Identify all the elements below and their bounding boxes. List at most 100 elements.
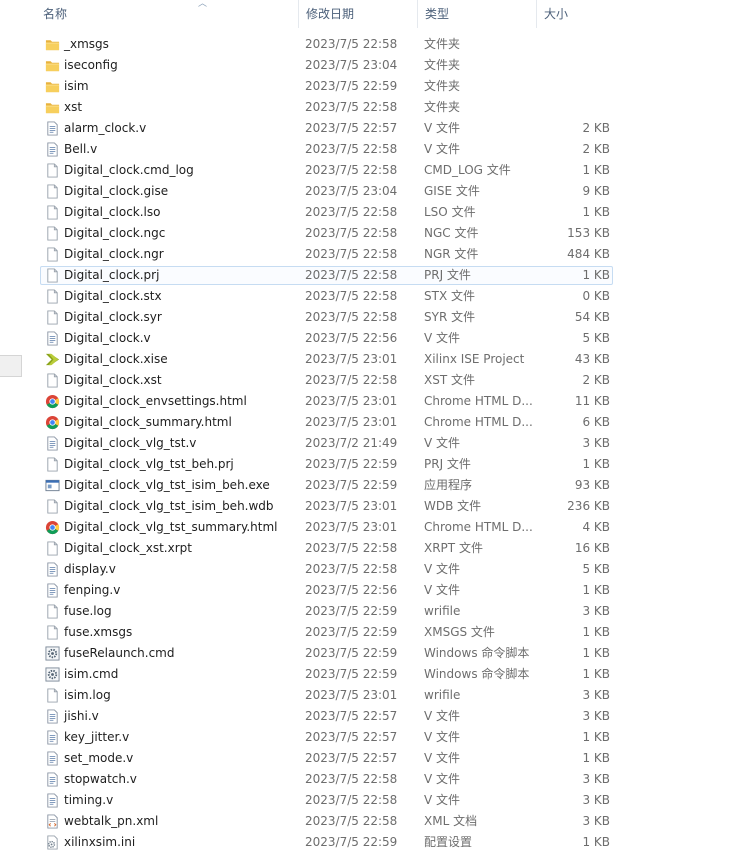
- blank-file-icon: [45, 499, 60, 514]
- file-size: 1 KB: [582, 268, 610, 282]
- file-row[interactable]: Digital_clock.v 2023/7/5 22:56 V 文件 5 KB: [0, 328, 732, 349]
- file-row[interactable]: Digital_clock.cmd_log 2023/7/5 22:58 CMD_L…: [0, 160, 732, 181]
- file-row[interactable]: Digital_clock.ngr 2023/7/5 22:58 NGR 文件 484…: [0, 244, 732, 265]
- file-type: V 文件: [424, 772, 461, 786]
- cmd-gear-icon: [45, 646, 60, 661]
- file-row[interactable]: Digital_clock_vlg_tst_isim_beh.exe 2023/7…: [0, 475, 732, 496]
- file-size: 3 KB: [582, 604, 610, 618]
- column-header-size[interactable]: 大小: [536, 0, 618, 28]
- file-type: 文件夹: [424, 79, 461, 93]
- file-type: 文件夹: [424, 37, 461, 51]
- file-name: Digital_clock.xst: [64, 373, 162, 387]
- file-size: 1 KB: [582, 835, 610, 849]
- file-row[interactable]: timing.v 2023/7/5 22:58 V 文件 3 KB: [0, 790, 732, 811]
- file-type: Xilinx ISE Project: [424, 352, 525, 366]
- file-row[interactable]: xst 2023/7/5 22:58 文件夹: [0, 97, 732, 118]
- file-row[interactable]: fenping.v 2023/7/5 22:56 V 文件 1 KB: [0, 580, 732, 601]
- column-header-type[interactable]: 类型: [417, 0, 536, 28]
- text-file-icon: [45, 793, 60, 808]
- file-row[interactable]: stopwatch.v 2023/7/5 22:58 V 文件 3 KB: [0, 769, 732, 790]
- file-name: Digital_clock.v: [64, 331, 151, 345]
- column-header-bar: 名称 ︿ 修改日期 类型 大小: [0, 0, 732, 28]
- file-row[interactable]: Digital_clock_vlg_tst.v 2023/7/2 21:49 V 文…: [0, 433, 732, 454]
- text-file-icon: [45, 751, 60, 766]
- blank-file-icon: [45, 226, 60, 241]
- file-row[interactable]: Digital_clock_xst.xrpt 2023/7/5 22:58 XRPT…: [0, 538, 732, 559]
- file-row[interactable]: Digital_clock_envsettings.html 2023/7/5 2…: [0, 391, 732, 412]
- file-row[interactable]: fuseRelaunch.cmd 2023/7/5 22:59 Windows 命令…: [0, 643, 732, 664]
- file-modified-date: 2023/7/5 22:58: [305, 793, 398, 807]
- file-name: Digital_clock.prj: [64, 268, 160, 282]
- file-row[interactable]: jishi.v 2023/7/5 22:57 V 文件 3 KB: [0, 706, 732, 727]
- folder-icon: [45, 37, 60, 52]
- text-file-icon: [45, 142, 60, 157]
- file-modified-date: 2023/7/5 22:58: [305, 163, 398, 177]
- file-size: 2 KB: [582, 142, 610, 156]
- file-name: Digital_clock_vlg_tst_isim_beh.exe: [64, 478, 270, 492]
- file-name: isim.log: [64, 688, 111, 702]
- file-name: display.v: [64, 562, 116, 576]
- file-row[interactable]: Digital_clock_vlg_tst_beh.prj 2023/7/5 22…: [0, 454, 732, 475]
- file-row[interactable]: display.v 2023/7/5 22:58 V 文件 5 KB: [0, 559, 732, 580]
- file-size: 1 KB: [582, 646, 610, 660]
- file-name: Bell.v: [64, 142, 98, 156]
- file-row[interactable]: Digital_clock.xst 2023/7/5 22:58 XST 文件 2 K…: [0, 370, 732, 391]
- column-header-date-label: 修改日期: [306, 7, 355, 21]
- blank-file-icon: [45, 247, 60, 262]
- text-file-icon: [45, 709, 60, 724]
- file-name: fenping.v: [64, 583, 121, 597]
- file-row[interactable]: alarm_clock.v 2023/7/5 22:57 V 文件 2 KB: [0, 118, 732, 139]
- file-type: 应用程序: [424, 478, 473, 492]
- file-type: 配置设置: [424, 835, 473, 849]
- file-name: jishi.v: [64, 709, 99, 723]
- file-modified-date: 2023/7/5 22:58: [305, 814, 398, 828]
- file-modified-date: 2023/7/5 22:58: [305, 373, 398, 387]
- file-row[interactable]: _xmsgs 2023/7/5 22:58 文件夹: [0, 34, 732, 55]
- file-row[interactable]: key_jitter.v 2023/7/5 22:57 V 文件 1 KB: [0, 727, 732, 748]
- file-row[interactable]: Digital_clock.prj 2023/7/5 22:58 PRJ 文件 1 K…: [0, 265, 732, 286]
- file-type: Chrome HTML D...: [424, 415, 533, 429]
- blank-file-icon: [45, 205, 60, 220]
- file-row[interactable]: fuse.xmsgs 2023/7/5 22:59 XMSGS 文件 1 KB: [0, 622, 732, 643]
- file-size: 1 KB: [582, 667, 610, 681]
- file-size: 1 KB: [582, 625, 610, 639]
- file-row[interactable]: Digital_clock.xise 2023/7/5 23:01 Xilinx I…: [0, 349, 732, 370]
- file-row[interactable]: Digital_clock_vlg_tst_isim_beh.wdb 2023/7…: [0, 496, 732, 517]
- file-row[interactable]: iseconfig 2023/7/5 23:04 文件夹: [0, 55, 732, 76]
- file-modified-date: 2023/7/5 22:59: [305, 835, 398, 849]
- file-row[interactable]: Digital_clock_summary.html 2023/7/5 23:01…: [0, 412, 732, 433]
- file-row[interactable]: Digital_clock.gise 2023/7/5 23:04 GISE 文件 9…: [0, 181, 732, 202]
- file-row[interactable]: Bell.v 2023/7/5 22:58 V 文件 2 KB: [0, 139, 732, 160]
- column-header-name[interactable]: 名称 ︿: [36, 0, 298, 28]
- blank-file-icon: [45, 289, 60, 304]
- file-row[interactable]: set_mode.v 2023/7/5 22:57 V 文件 1 KB: [0, 748, 732, 769]
- file-row[interactable]: fuse.log 2023/7/5 22:59 wrifile 3 KB: [0, 601, 732, 622]
- file-size: 3 KB: [582, 709, 610, 723]
- file-modified-date: 2023/7/5 23:04: [305, 58, 398, 72]
- file-name: Digital_clock.stx: [64, 289, 162, 303]
- file-row[interactable]: Digital_clock.ngc 2023/7/5 22:58 NGC 文件 153…: [0, 223, 732, 244]
- file-modified-date: 2023/7/5 23:01: [305, 499, 398, 513]
- file-type: NGC 文件: [424, 226, 479, 240]
- file-name: key_jitter.v: [64, 730, 130, 744]
- file-modified-date: 2023/7/5 22:59: [305, 79, 398, 93]
- file-type: CMD_LOG 文件: [424, 163, 511, 177]
- file-row[interactable]: Digital_clock.stx 2023/7/5 22:58 STX 文件 0 K…: [0, 286, 732, 307]
- file-size: 5 KB: [582, 562, 610, 576]
- file-row[interactable]: isim.cmd 2023/7/5 22:59 Windows 命令脚本 1 KB: [0, 664, 732, 685]
- file-row[interactable]: webtalk_pn.xml 2023/7/5 22:58 XML 文档 3 KB: [0, 811, 732, 832]
- file-size: 153 KB: [567, 226, 610, 240]
- exe-icon: [45, 478, 60, 493]
- file-size: 1 KB: [582, 730, 610, 744]
- file-row[interactable]: Digital_clock_vlg_tst_summary.html 2023/7…: [0, 517, 732, 538]
- file-row[interactable]: isim 2023/7/5 22:59 文件夹: [0, 76, 732, 97]
- file-row[interactable]: Digital_clock.lso 2023/7/5 22:58 LSO 文件 1 K…: [0, 202, 732, 223]
- file-row[interactable]: Digital_clock.syr 2023/7/5 22:58 SYR 文件 54 …: [0, 307, 732, 328]
- file-row[interactable]: xilinxsim.ini 2023/7/5 22:59 配置设置 1 KB: [0, 832, 732, 853]
- text-file-icon: [45, 562, 60, 577]
- column-header-size-label: 大小: [544, 7, 569, 21]
- file-row[interactable]: isim.log 2023/7/5 23:01 wrifile 3 KB: [0, 685, 732, 706]
- file-type: V 文件: [424, 562, 461, 576]
- file-size: 3 KB: [582, 688, 610, 702]
- column-header-date[interactable]: 修改日期: [298, 0, 417, 28]
